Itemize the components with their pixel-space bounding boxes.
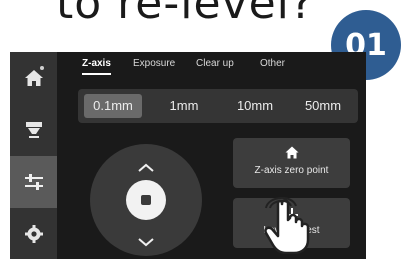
step-option-10mm[interactable]: 10mm [224,94,286,118]
stop-button[interactable] [126,180,166,220]
stop-icon [141,195,151,205]
sliders-icon [23,172,45,192]
tab-z-axis[interactable]: Z-axis [82,58,111,75]
sidebar [10,52,57,259]
sidebar-item-print[interactable] [10,104,57,156]
chevron-down-icon [138,238,154,247]
move-up-button[interactable] [136,158,156,177]
step-option-1mm[interactable]: 1mm [156,94,212,118]
move-down-button[interactable] [136,232,156,251]
print-head-icon [23,120,45,140]
sidebar-item-settings[interactable] [10,208,57,260]
tab-clear-up[interactable]: Clear up [196,58,234,75]
tab-other[interactable]: Other [260,58,285,75]
tutorial-caption: to re-level? [56,0,315,29]
step-option-0-1mm[interactable]: 0.1mm [84,94,142,118]
sidebar-item-home[interactable] [10,52,57,104]
z-axis-zero-point-label: Z-axis zero point [254,165,329,176]
sidebar-item-tools[interactable] [10,156,57,208]
pointing-hand-icon [258,196,314,258]
z-axis-zero-point-button[interactable]: Z-axis zero point [233,138,350,188]
z-axis-joystick [90,144,202,256]
chevron-up-icon [138,163,154,172]
tab-exposure[interactable]: Exposure [133,58,175,75]
gear-icon [24,224,44,244]
tab-bar: Z-axis Exposure Clear up Other [68,58,358,84]
step-option-50mm[interactable]: 50mm [292,94,354,118]
step-size-selector: 0.1mm 1mm 10mm 50mm [78,89,358,123]
home-icon [233,146,350,162]
notification-dot [40,66,44,70]
home-icon [24,69,44,87]
